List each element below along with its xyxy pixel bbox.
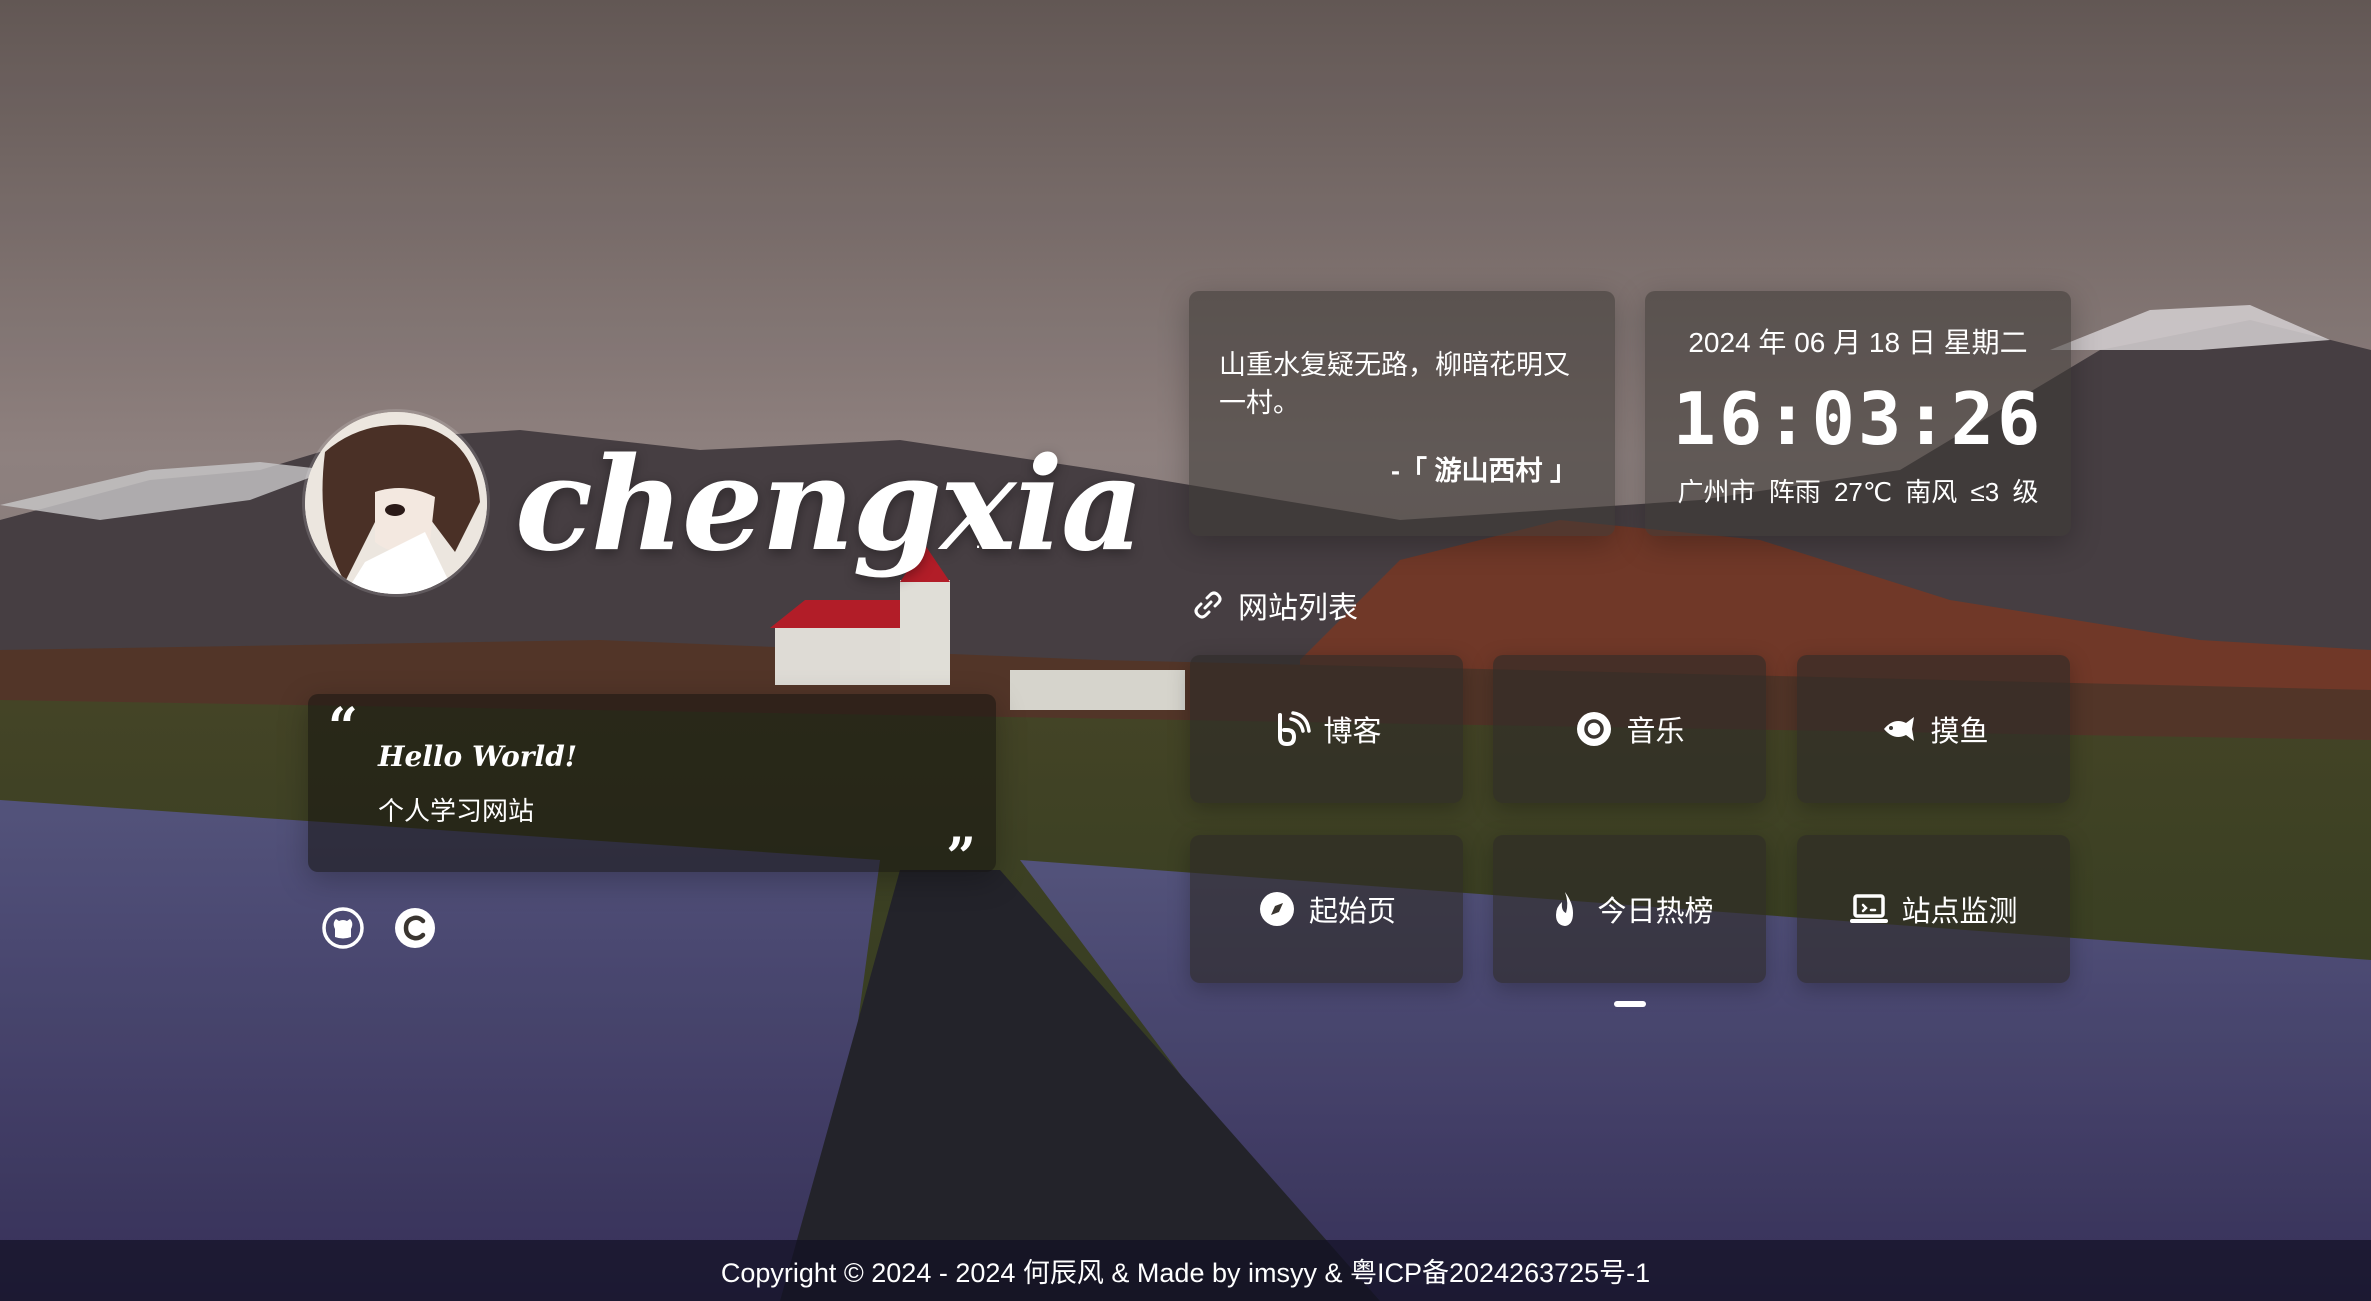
site-list-heading: 网站列表 bbox=[1192, 582, 1358, 628]
csdn-link[interactable] bbox=[392, 905, 438, 951]
background-dim-overlay bbox=[0, 0, 2371, 1301]
footer: Copyright © 2024 - 2024 何辰风 & Made by im… bbox=[0, 1240, 2371, 1301]
copyright-text: Copyright © 2024 - 2024 何辰风 & Made by im… bbox=[720, 1258, 1651, 1288]
github-link[interactable] bbox=[320, 905, 366, 951]
monitor-icon bbox=[1850, 894, 1889, 923]
link-tile-label: 摸鱼 bbox=[1930, 716, 1989, 748]
intro-hello: Hello World! bbox=[378, 740, 578, 773]
avatar bbox=[305, 412, 487, 594]
github-icon bbox=[322, 907, 364, 949]
link-tile-music[interactable]: 音乐 bbox=[1493, 655, 1766, 803]
pagination-indicator[interactable] bbox=[1614, 1001, 1646, 1007]
csdn-icon bbox=[395, 908, 435, 948]
link-tile-label: 博客 bbox=[1323, 716, 1382, 748]
fish-icon bbox=[1884, 717, 1915, 741]
link-tile-hot-list[interactable]: 今日热榜 bbox=[1493, 835, 1766, 983]
quote-close-icon: ” bbox=[946, 827, 976, 888]
link-tile-label: 今日热榜 bbox=[1597, 896, 1714, 928]
poem-text: 山重水复疑无路，柳暗花明又一村。 bbox=[1219, 350, 1570, 418]
link-tile-label: 站点监测 bbox=[1901, 896, 2018, 928]
weather-text: 广州市 阵雨 27℃ 南风 ≤3 级 bbox=[1677, 477, 2039, 507]
intro-subtitle: 个人学习网站 bbox=[378, 796, 535, 826]
blog-icon bbox=[1278, 711, 1312, 747]
link-tile-label: 音乐 bbox=[1626, 716, 1685, 748]
link-icon bbox=[1194, 591, 1222, 619]
logo-dots: ... bbox=[975, 528, 997, 553]
link-tile-blog[interactable]: 博客 bbox=[1190, 655, 1463, 803]
time-weather-card: 2024 年 06 月 18 日 星期二 16:03:26 广州市 阵雨 27℃… bbox=[1645, 291, 2071, 536]
music-icon bbox=[1577, 712, 1612, 746]
intro-card[interactable]: “ Hello World! 个人学习网站 ” bbox=[308, 694, 996, 884]
quote-open-icon: “ bbox=[328, 697, 358, 758]
site-logo-text: chengxia bbox=[515, 430, 1144, 580]
link-tile-start-page[interactable]: 起始页 bbox=[1190, 835, 1463, 983]
date-text: 2024 年 06 月 18 日 星期二 bbox=[1688, 327, 2028, 358]
time-text: 16:03:26 bbox=[1672, 377, 2044, 461]
poem-source: -「 游山西村 」 bbox=[1391, 456, 1577, 486]
link-tile-monitor[interactable]: 站点监测 bbox=[1797, 835, 2070, 983]
fire-icon bbox=[1556, 892, 1574, 926]
site-list-title: 网站列表 bbox=[1238, 592, 1358, 625]
link-tile-label: 起始页 bbox=[1308, 896, 1396, 928]
link-tile-fish[interactable]: 摸鱼 bbox=[1797, 655, 2070, 803]
compass-icon bbox=[1259, 892, 1294, 926]
poem-card[interactable]: 山重水复疑无路，柳暗花明又一村。 -「 游山西村 」 bbox=[1189, 291, 1615, 536]
